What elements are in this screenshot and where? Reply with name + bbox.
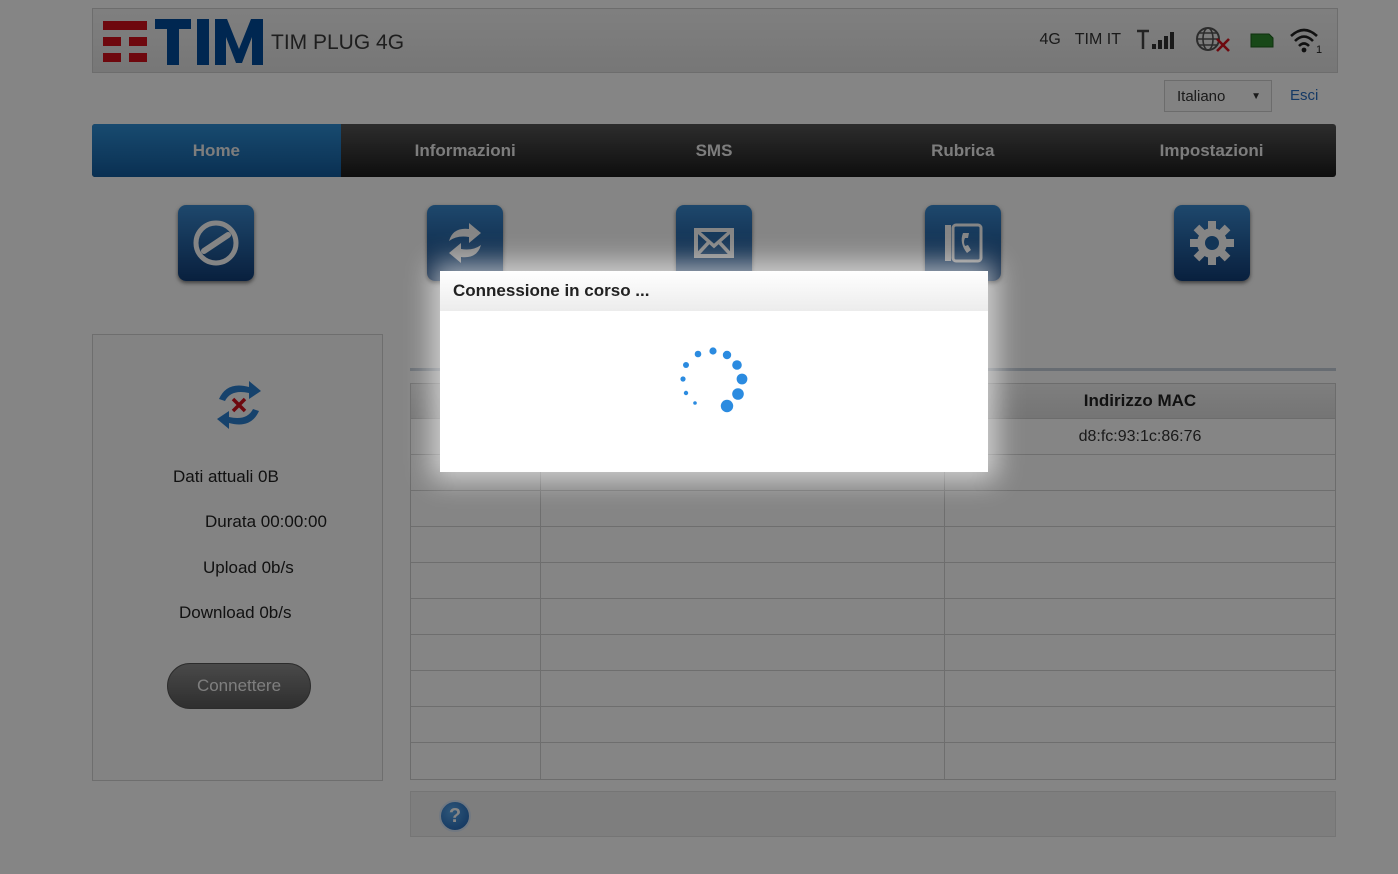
dialog-title: Connessione in corso ... — [440, 271, 988, 311]
loading-spinner-icon — [680, 347, 748, 413]
connecting-dialog: Connessione in corso ... — [440, 271, 988, 472]
